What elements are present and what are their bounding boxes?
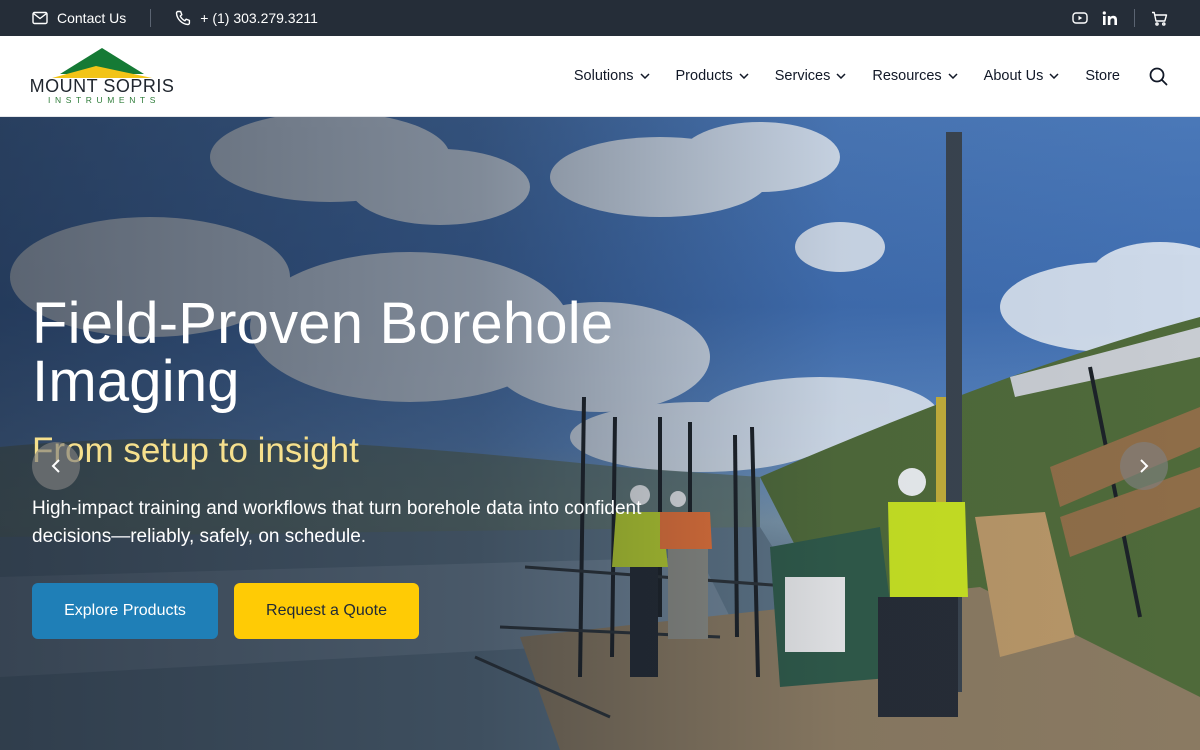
top-bar-divider-right	[1134, 9, 1135, 27]
mountain-logo-icon	[52, 47, 152, 78]
top-bar-contact-group: Contact Us + (1) 303.279.3211	[32, 9, 318, 27]
search-icon[interactable]	[1149, 67, 1168, 86]
nav-item-resources[interactable]: Resources	[872, 68, 958, 84]
hero-section: Field-Proven Borehole Imaging From setup…	[0, 117, 1200, 750]
hero-description: High-impact training and workflows that …	[32, 498, 642, 547]
contact-us-label: Contact Us	[57, 10, 127, 26]
main-header: MOUNT SOPRIS INSTRUMENTS Solutions Produ…	[0, 36, 1200, 117]
chevron-down-icon	[948, 73, 958, 79]
chevron-down-icon	[1049, 73, 1059, 79]
phone-label: + (1) 303.279.3211	[200, 10, 318, 26]
mail-icon	[32, 11, 48, 25]
phone-icon	[175, 10, 191, 26]
nav-item-label: Resources	[872, 68, 942, 84]
carousel-next-button[interactable]	[1120, 442, 1168, 490]
nav-item-label: Services	[774, 68, 831, 84]
site-logo[interactable]: MOUNT SOPRIS INSTRUMENTS	[29, 47, 175, 105]
chevron-down-icon	[739, 73, 749, 79]
nav-item-services[interactable]: Services	[775, 68, 847, 84]
chevron-left-icon	[51, 459, 60, 473]
nav-item-label: Products	[675, 68, 733, 84]
nav-item-store[interactable]: Store	[1085, 68, 1120, 84]
carousel-prev-button[interactable]	[32, 442, 80, 490]
request-quote-button[interactable]: Request a Quote	[234, 583, 419, 639]
nav-item-label: Solutions	[573, 68, 634, 84]
nav-item-solutions[interactable]: Solutions	[574, 68, 650, 84]
chevron-down-icon	[639, 73, 650, 79]
chevron-down-icon	[836, 73, 846, 79]
youtube-icon[interactable]	[1072, 12, 1088, 24]
logo-subtitle: INSTRUMENTS	[48, 94, 160, 105]
chevron-right-icon	[1140, 459, 1149, 473]
nav-item-about-us[interactable]: About Us	[984, 68, 1060, 84]
contact-us-link[interactable]: Contact Us	[32, 10, 126, 26]
top-bar: Contact Us + (1) 303.279.3211	[0, 0, 1200, 36]
social-links	[1072, 10, 1118, 26]
main-nav: Solutions Products Services Resources Ab…	[548, 67, 1168, 86]
nav-item-label: About Us	[983, 68, 1044, 84]
hero-title: Field-Proven Borehole Imaging	[32, 291, 614, 414]
linkedin-icon[interactable]	[1102, 10, 1118, 26]
top-bar-divider	[150, 9, 152, 27]
hero-subtitle: From setup to insight	[32, 431, 359, 470]
cart-icon[interactable]	[1151, 11, 1168, 26]
explore-products-button[interactable]: Explore Products	[32, 583, 218, 639]
logo-name: MOUNT SOPRIS	[29, 75, 175, 96]
phone-link[interactable]: + (1) 303.279.3211	[175, 10, 318, 26]
top-bar-social-group	[1072, 9, 1168, 27]
nav-item-products[interactable]: Products	[676, 68, 749, 84]
